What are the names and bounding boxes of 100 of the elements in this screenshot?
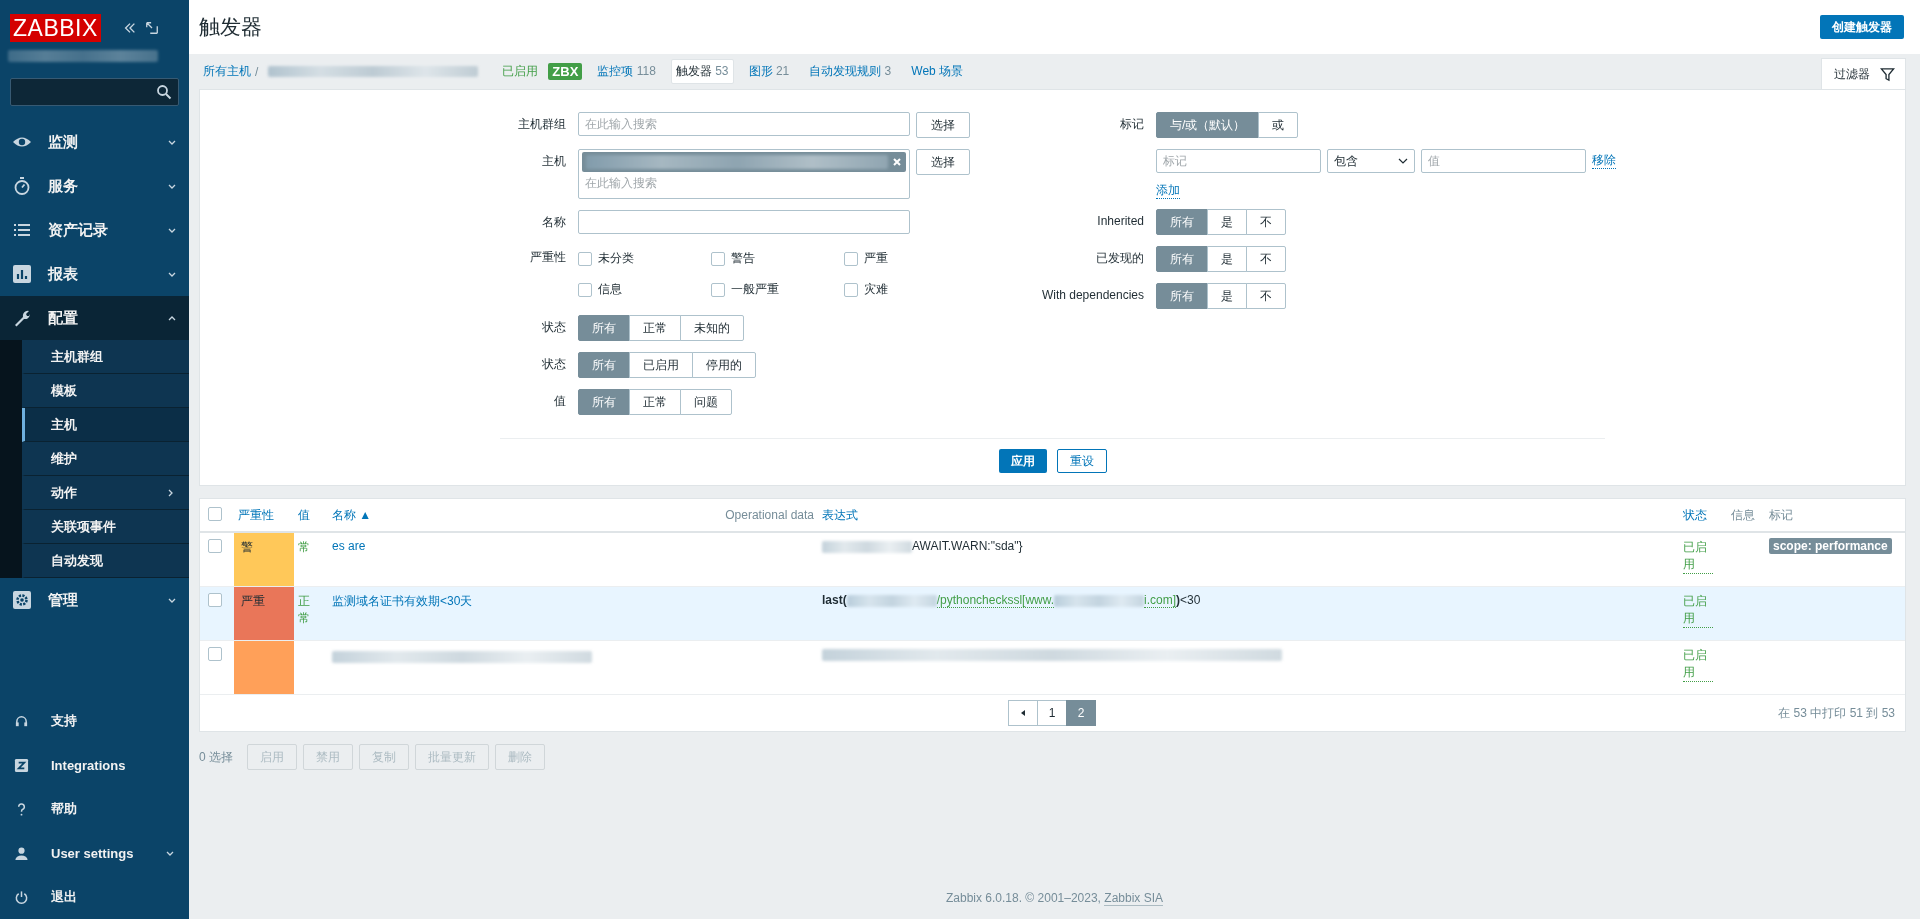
host-field[interactable]: 在此输入搜索 [578, 149, 910, 199]
checkbox[interactable] [844, 251, 858, 266]
collapse-icon[interactable] [122, 21, 137, 35]
trigger-name-link[interactable]: es are [332, 539, 366, 553]
close-icon[interactable] [892, 157, 902, 167]
segment-option[interactable]: 正常 [629, 315, 681, 341]
severity-checkbox[interactable]: 未分类 [578, 250, 711, 267]
checkbox[interactable] [711, 251, 725, 266]
column-header[interactable]: 表达式 [822, 507, 858, 522]
value-text: 正常 [298, 593, 311, 627]
power-icon [14, 889, 29, 905]
search-field[interactable] [10, 78, 179, 106]
field-label: 主机群组 [517, 116, 567, 133]
menu-item[interactable]: 资产记录 [0, 208, 189, 252]
segment-option[interactable]: 是 [1207, 209, 1247, 235]
submenu-item[interactable]: 动作 [22, 476, 189, 510]
severity-checkbox[interactable]: 信息 [578, 281, 711, 298]
submenu-item[interactable]: 维护 [22, 442, 189, 476]
checkbox[interactable] [208, 539, 222, 553]
gear-icon [12, 590, 32, 610]
apply-button[interactable]: 应用 [998, 449, 1047, 473]
table-row[interactable]: 严重 正常 监测域名证书有效期<30天 last( /pythoncheckssl[www. i.com])<30 已启用 [200, 587, 1905, 641]
tag-value-field[interactable]: 值 [1421, 149, 1586, 173]
severity-cell: 警 [234, 533, 294, 586]
menu-item[interactable]: 帮助 [0, 787, 189, 831]
menu-item[interactable]: 支持 [0, 699, 189, 743]
field-label: 已发现的 [1095, 250, 1145, 267]
paging-summary: 在 53 中打印 51 到 53 [1778, 704, 1895, 722]
host-tab[interactable]: 监控项 118 [592, 59, 661, 84]
host-group-field[interactable]: 在此输入搜索 [578, 112, 910, 136]
checkbox[interactable] [208, 506, 222, 521]
severity-checkbox[interactable]: 灾难 [844, 281, 924, 298]
remove-link[interactable]: 移除 [1592, 152, 1616, 169]
status-link[interactable]: 已启用 [1683, 539, 1713, 574]
host-tab[interactable]: 图形 21 [743, 59, 795, 84]
trigger-name-link[interactable]: 监测域名证书有效期<30天 [332, 594, 473, 608]
menu-item[interactable]: 报表 [0, 252, 189, 296]
host-tab[interactable]: Web 场景 [906, 59, 969, 84]
segment-option[interactable]: 不 [1246, 209, 1286, 235]
create-trigger-button[interactable]: 创建触发器 [1820, 15, 1904, 39]
submenu-item[interactable]: 模板 [22, 374, 189, 408]
submenu-item[interactable]: 关联项事件 [22, 510, 189, 544]
segment-option[interactable]: 不 [1246, 246, 1286, 272]
menu-item[interactable]: 配置 [0, 296, 189, 340]
submenu-item[interactable]: 自动发现 [22, 544, 189, 578]
page-button[interactable]: 1 [1037, 700, 1067, 726]
select-button[interactable]: 选择 [916, 112, 970, 138]
checkbox[interactable] [578, 251, 592, 266]
segment-option[interactable]: 是 [1207, 283, 1247, 309]
segment-option[interactable]: 已启用 [629, 352, 693, 378]
left-arrow-icon [1019, 709, 1027, 717]
menu-item[interactable]: 监测 [0, 120, 189, 164]
menu-item[interactable]: Integrations [0, 743, 189, 787]
add-link[interactable]: 添加 [1156, 182, 1180, 199]
column-header[interactable]: 状态 [1683, 507, 1707, 522]
segment-option[interactable]: 问题 [680, 389, 732, 415]
status-link[interactable]: 已启用 [1683, 647, 1713, 682]
severity-checkbox[interactable]: 严重 [844, 250, 924, 267]
segment-option[interactable]: 不 [1246, 283, 1286, 309]
host-tab[interactable]: 自动发现规则 3 [804, 59, 897, 84]
menu-item[interactable]: User settings [0, 831, 189, 875]
operator-dropdown[interactable]: 包含 [1327, 149, 1415, 173]
checkbox[interactable] [844, 282, 858, 297]
menu-item[interactable]: 管理 [0, 578, 189, 622]
segment-option[interactable]: 未知的 [680, 315, 744, 341]
segment-option[interactable]: 正常 [629, 389, 681, 415]
column-header[interactable]: Operational data [725, 508, 814, 522]
checkbox[interactable] [208, 647, 222, 661]
submenu-item[interactable]: 主机群组 [22, 340, 189, 374]
severity-checkbox[interactable]: 一般严重 [711, 281, 844, 298]
menu-label: 配置 [48, 308, 79, 328]
logo[interactable]: ZABBIX [10, 14, 101, 42]
search-icon[interactable] [156, 84, 172, 100]
host-tab[interactable]: 触发器 53 [670, 59, 734, 84]
column-header[interactable]: 名称 ▲ [332, 507, 372, 522]
previous-page-button[interactable] [1008, 700, 1038, 726]
submenu-label: 主机 [51, 415, 77, 434]
submenu-label: 主机群组 [51, 347, 103, 366]
column-header[interactable]: 值 [298, 507, 310, 522]
tag-field[interactable]: 标记 [1156, 149, 1321, 173]
menu-item[interactable]: 服务 [0, 164, 189, 208]
segment-option[interactable]: 停用的 [692, 352, 756, 378]
column-header[interactable]: 信息 [1731, 507, 1755, 522]
severity-checkbox[interactable]: 警告 [711, 250, 844, 267]
segment-option[interactable]: 或 [1258, 112, 1299, 138]
segment-option[interactable]: 是 [1207, 246, 1247, 272]
checkbox[interactable] [208, 593, 222, 607]
checkbox[interactable] [711, 282, 725, 297]
expand-icon[interactable] [144, 21, 159, 35]
reset-button[interactable]: 重设 [1056, 449, 1107, 473]
select-button[interactable]: 选择 [916, 149, 970, 175]
checkbox[interactable] [578, 282, 592, 297]
filter-tab[interactable]: 过滤器 [1821, 58, 1906, 89]
breadcrumb-link[interactable]: 所有主机 [203, 63, 251, 80]
column-header[interactable]: 标记 [1769, 507, 1793, 522]
column-header[interactable]: 严重性 [238, 507, 274, 522]
name-field[interactable] [578, 210, 910, 234]
table-row[interactable]: 已启用 [200, 641, 1905, 695]
menu-item[interactable]: 退出 [0, 875, 189, 919]
submenu-item[interactable]: 主机 [22, 408, 189, 442]
